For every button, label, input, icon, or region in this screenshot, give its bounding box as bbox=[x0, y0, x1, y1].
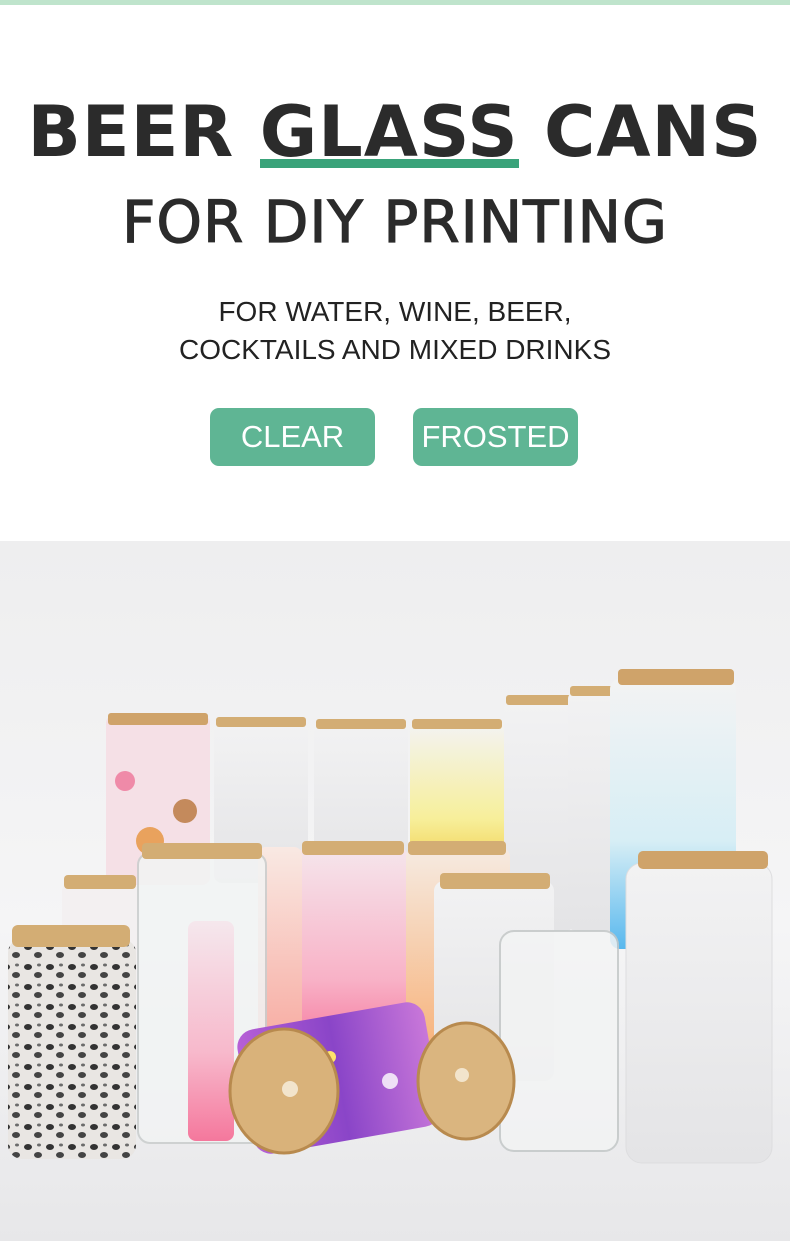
headline-highlight-glass: GLASS bbox=[259, 91, 519, 173]
product-photo-illustration bbox=[8, 669, 773, 1164]
leopard-print-can bbox=[8, 939, 136, 1159]
subtitle-line-1: FOR WATER, WINE, BEER, bbox=[218, 296, 572, 327]
headline-line-2: FOR DIY PRINTING bbox=[121, 187, 668, 256]
product-photo bbox=[0, 541, 790, 1241]
headline-word-beer: BEER bbox=[27, 91, 260, 173]
bamboo-lid-right bbox=[416, 1021, 516, 1141]
top-accent-strip bbox=[0, 0, 790, 5]
headline-word-cans: CANS bbox=[518, 91, 763, 173]
frosted-can-large bbox=[625, 862, 773, 1164]
subtitle-line-2: COCKTAILS AND MIXED DRINKS bbox=[178, 334, 611, 365]
option-clear-button[interactable]: CLEAR bbox=[210, 408, 375, 466]
option-frosted-button[interactable]: FROSTED bbox=[413, 408, 578, 466]
headline-line-1: BEER GLASS CANS bbox=[0, 90, 790, 174]
